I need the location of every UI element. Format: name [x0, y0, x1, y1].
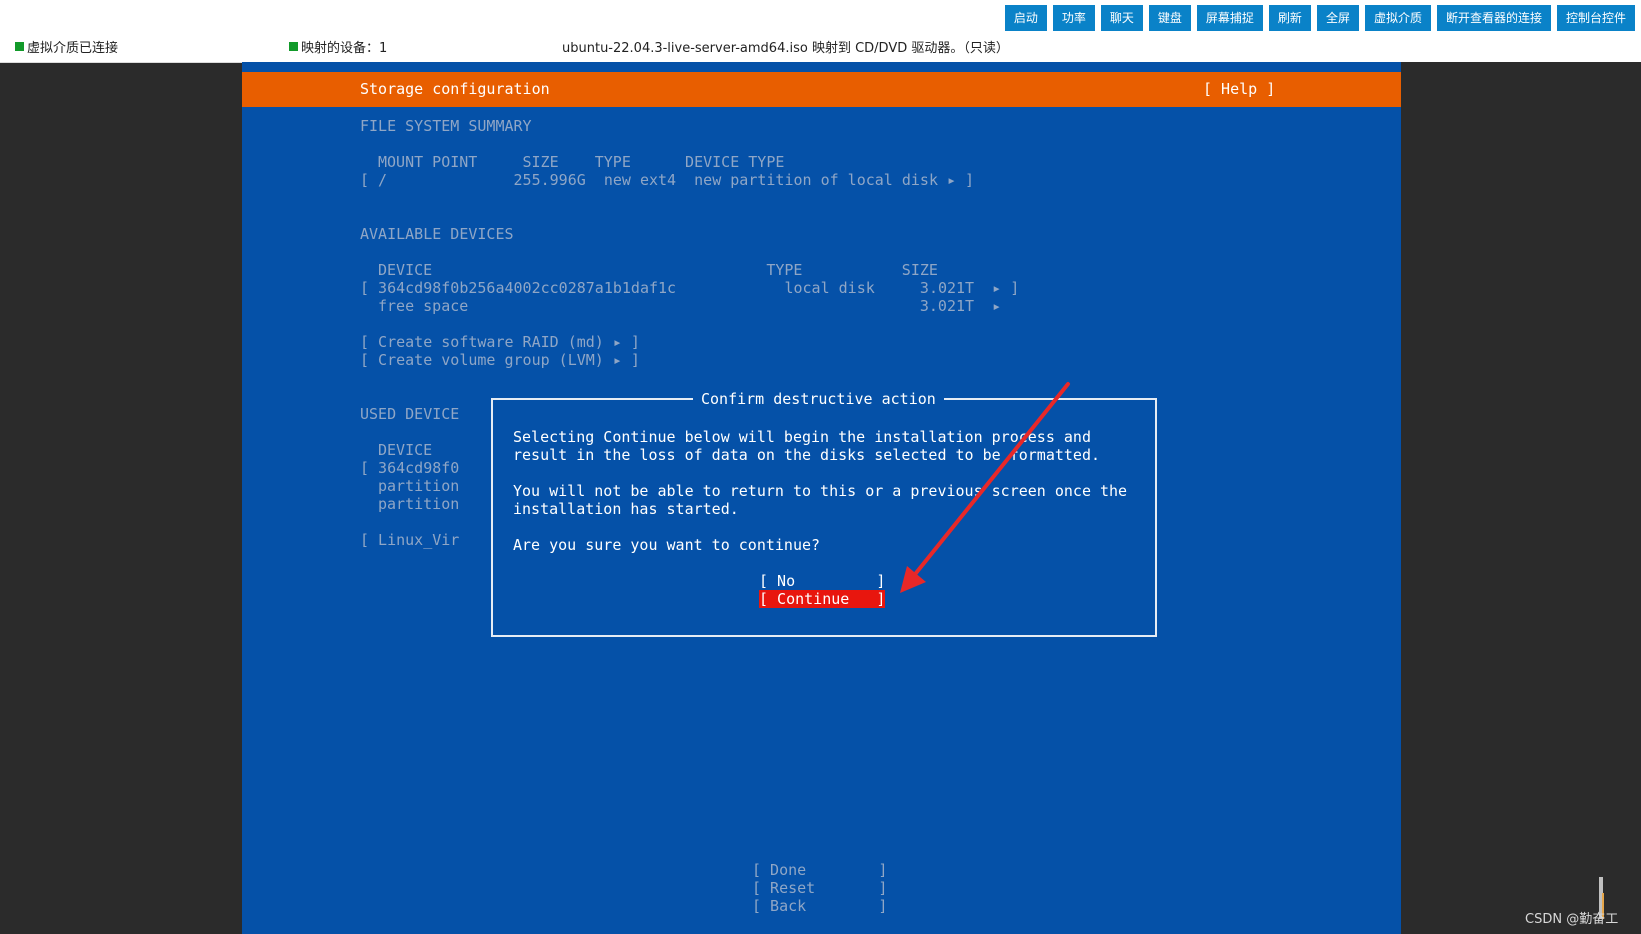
fullscreen-button[interactable]: 全屏	[1316, 5, 1359, 31]
help-button[interactable]: [ Help ]	[1203, 80, 1275, 98]
create-lvm-button[interactable]: [ Create volume group (LVM) ▸ ]	[360, 351, 640, 369]
iso-status-text: ubuntu-22.04.3-live-server-amd64.iso 映射到…	[562, 41, 1009, 56]
power-button[interactable]: 功率	[1052, 5, 1095, 31]
connected-indicator-icon	[15, 42, 24, 51]
fs-summary-heading: FILE SYSTEM SUMMARY	[360, 117, 532, 135]
page-title: Storage configuration	[360, 80, 550, 98]
available-devices-header: DEVICE TYPE SIZE	[378, 261, 938, 279]
done-button[interactable]: [ Done ]	[752, 861, 887, 879]
used-devices-header: DEVICE	[378, 441, 433, 459]
used-partition-row[interactable]: partition	[378, 495, 459, 513]
dialog-title: Confirm destructive action	[693, 389, 944, 409]
media-status: 虚拟介质已连接	[15, 37, 118, 56]
dialog-text: You will not be able to return to this o…	[513, 482, 1128, 500]
fs-table-row[interactable]: [ / 255.996G new ext4 new partition of l…	[360, 171, 974, 189]
watermark: CSDN @勤奋工	[1525, 912, 1619, 927]
console-controls-button[interactable]: 控制台控件	[1556, 5, 1635, 31]
reset-button[interactable]: [ Reset ]	[752, 879, 887, 897]
media-status-text: 虚拟介质已连接	[27, 41, 119, 56]
no-button[interactable]: [ No ]	[759, 572, 885, 590]
iso-status: ubuntu-22.04.3-live-server-amd64.iso 映射到…	[562, 37, 1009, 56]
confirm-dialog: Confirm destructive action Selecting Con…	[491, 389, 1157, 637]
keyboard-button[interactable]: 键盘	[1148, 5, 1191, 31]
dialog-question: Are you sure you want to continue?	[513, 536, 821, 554]
fs-table-header: MOUNT POINT SIZE TYPE DEVICE TYPE	[378, 153, 785, 171]
refresh-button[interactable]: 刷新	[1268, 5, 1311, 31]
continue-button[interactable]: [ Continue ]	[759, 590, 886, 608]
back-button[interactable]: [ Back ]	[752, 897, 887, 915]
viewer-toolbar: 启动 功率 聊天 键盘 屏幕捕捉 刷新 全屏 虚拟介质 断开查看器的连接 控制台…	[0, 0, 1641, 63]
devices-indicator-icon	[289, 42, 298, 51]
free-space-row[interactable]: free space 3.021T ▸	[378, 297, 1001, 315]
start-button[interactable]: 启动	[1004, 5, 1047, 31]
available-devices-heading: AVAILABLE DEVICES	[360, 225, 514, 243]
installer-title-bar: Storage configuration [ Help ]	[242, 72, 1401, 107]
used-devices-heading: USED DEVICE	[360, 405, 460, 423]
right-margin	[1401, 62, 1641, 934]
used-device-row[interactable]: [ 364cd98f0	[360, 459, 459, 477]
devices-status-text: 映射的设备：1	[301, 41, 388, 56]
disconnect-viewer-button[interactable]: 断开查看器的连接	[1436, 5, 1551, 31]
used-device-row[interactable]: [ Linux_Vir	[360, 531, 459, 549]
dialog-text: installation has started.	[513, 500, 739, 518]
remote-console-screen[interactable]: Storage configuration [ Help ] FILE SYST…	[242, 62, 1401, 934]
screen-capture-button[interactable]: 屏幕捕捉	[1196, 5, 1263, 31]
dialog-text: Selecting Continue below will begin the …	[513, 428, 1091, 446]
virtual-media-button[interactable]: 虚拟介质	[1364, 5, 1431, 31]
available-device-row[interactable]: [ 364cd98f0b256a4002cc0287a1b1daf1c loca…	[360, 279, 1019, 297]
toolbar-button-row: 启动 功率 聊天 键盘 屏幕捕捉 刷新 全屏 虚拟介质 断开查看器的连接 控制台…	[1004, 5, 1635, 31]
chat-button[interactable]: 聊天	[1100, 5, 1143, 31]
create-raid-button[interactable]: [ Create software RAID (md) ▸ ]	[360, 333, 640, 351]
dialog-text: result in the loss of data on the disks …	[513, 446, 1100, 464]
devices-status: 映射的设备：1	[289, 37, 387, 56]
used-partition-row[interactable]: partition	[378, 477, 459, 495]
